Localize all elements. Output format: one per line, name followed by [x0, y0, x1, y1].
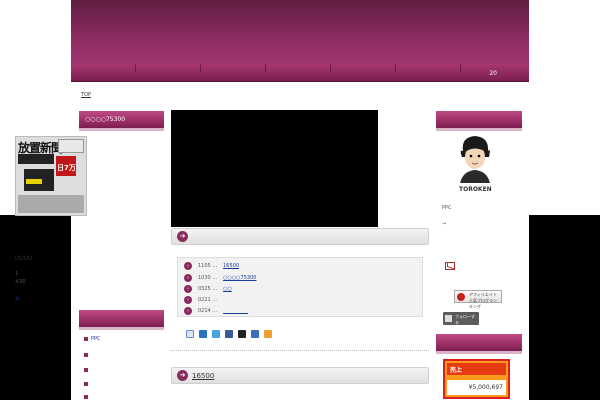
nav-count: 20: [489, 70, 497, 77]
nav-tab-3[interactable]: [201, 64, 266, 73]
bullet-icon: [84, 394, 88, 399]
news-link[interactable]: ○○: [223, 286, 232, 292]
news-date: 0325 ...: [198, 286, 218, 292]
nav-tab-5[interactable]: [331, 64, 396, 73]
left-menu-item-label: PPC: [91, 336, 101, 342]
bullet-icon: [84, 352, 88, 357]
left-sidebar-title-text: ○○○○75300: [85, 116, 126, 123]
bullet-icon: [84, 336, 88, 341]
left-text-3: ※30: [15, 279, 26, 285]
list-item: › 0214 ... __________: [184, 306, 248, 316]
newspaper-body: [18, 195, 84, 213]
arrow-right-icon: ›: [184, 307, 192, 315]
video-player[interactable]: [171, 110, 378, 227]
global-nav: 20: [71, 64, 529, 82]
newspaper-amount: 日7万: [57, 164, 76, 172]
left-menu-item[interactable]: [84, 367, 91, 373]
nav-tab-2[interactable]: [136, 64, 201, 73]
newspaper-band: [18, 154, 54, 164]
avatar: [460, 136, 490, 183]
news-list: › 1105 ... 16500 › 1030 ... ○○○○75300 › …: [177, 257, 423, 317]
divider: [171, 350, 429, 351]
share-icons: [186, 330, 277, 338]
arrow-right-icon: ›: [184, 262, 192, 270]
arrow-right-icon: ➔: [177, 370, 188, 381]
ranking-button[interactable]: アフィリエイト 人気ブログランキング: [454, 290, 502, 309]
livedoor-clip-icon[interactable]: [251, 330, 259, 338]
sales-title-text: 売上: [450, 367, 463, 374]
newspaper-banner[interactable]: 放置新聞 日7万: [15, 136, 87, 216]
list-item: › 0325 ... ○○: [184, 284, 232, 294]
left-menu-item[interactable]: [84, 381, 91, 387]
delicious-icon[interactable]: [238, 330, 246, 338]
sales-widget: 売上 ¥5,000,697: [443, 359, 510, 399]
nav-tab-1[interactable]: [71, 64, 136, 73]
arrow-right-icon: ›: [184, 296, 192, 304]
bullet-icon: [84, 381, 88, 386]
news-date: 1105 ...: [198, 263, 218, 269]
news-link[interactable]: __________: [223, 308, 248, 314]
news-date: 1030 ...: [198, 275, 218, 281]
arrow-right-icon: ➔: [177, 231, 188, 242]
section-header-1: ➔: [171, 228, 429, 245]
follow-button[interactable]: フォローする: [443, 312, 479, 325]
nav-tab-4[interactable]: [266, 64, 331, 73]
arrow-right-icon: ›: [184, 274, 192, 282]
left-menu-item[interactable]: [84, 352, 91, 358]
follow-button-label: フォローする: [455, 314, 475, 325]
sales-value: ¥5,000,697: [447, 380, 506, 395]
section-header-2: ➔ 16500: [171, 367, 429, 384]
nav-tab-6[interactable]: [396, 64, 461, 73]
news-date: 0214 ...: [198, 308, 218, 314]
ranking-icon: [457, 293, 465, 301]
right-sidebar-header-2: [436, 334, 522, 354]
username: TOROKEN: [459, 186, 492, 193]
news-link[interactable]: 16500: [223, 263, 239, 269]
newspaper-highlight: [26, 179, 42, 184]
left-text-2: 1: [15, 271, 19, 277]
news-date: 0221 ...: [198, 297, 218, 303]
left-sidebar-title: ○○○○75300: [79, 111, 164, 131]
left-menu-item[interactable]: [84, 394, 91, 400]
list-item: › 1105 ... 16500: [184, 261, 239, 271]
arrow-right-icon: ›: [184, 285, 192, 293]
left-text-1: ○○○○: [15, 255, 33, 261]
header-banner: [71, 0, 529, 64]
ppc-text: PPC: [442, 205, 452, 211]
list-item: › 1030 ... ○○○○75300: [184, 273, 256, 283]
left-link-icon[interactable]: ⇄: [15, 296, 19, 302]
breadcrumb-top[interactable]: TOP: [81, 92, 91, 98]
hatena-bookmark-icon[interactable]: [199, 330, 207, 338]
follow-icon: [445, 315, 452, 322]
share-link-icon[interactable]: [186, 330, 194, 338]
twitter-icon[interactable]: [212, 330, 220, 338]
right-sidebar-header: [436, 111, 522, 131]
list-item: › 0221 ...: [184, 295, 223, 305]
section-title[interactable]: 16500: [192, 372, 214, 380]
news-link[interactable]: ○○○○75300: [223, 275, 256, 281]
rss-icon[interactable]: [264, 330, 272, 338]
bullet-icon: [84, 367, 88, 372]
newspaper-corner: [58, 139, 84, 153]
facebook-icon[interactable]: [225, 330, 233, 338]
left-menu-item-ppc[interactable]: PPC: [84, 336, 101, 342]
mail-icon[interactable]: [445, 262, 455, 270]
left-menu-header: [79, 310, 164, 330]
sales-title: 売上: [447, 363, 506, 375]
arrow-text: →: [442, 221, 447, 227]
